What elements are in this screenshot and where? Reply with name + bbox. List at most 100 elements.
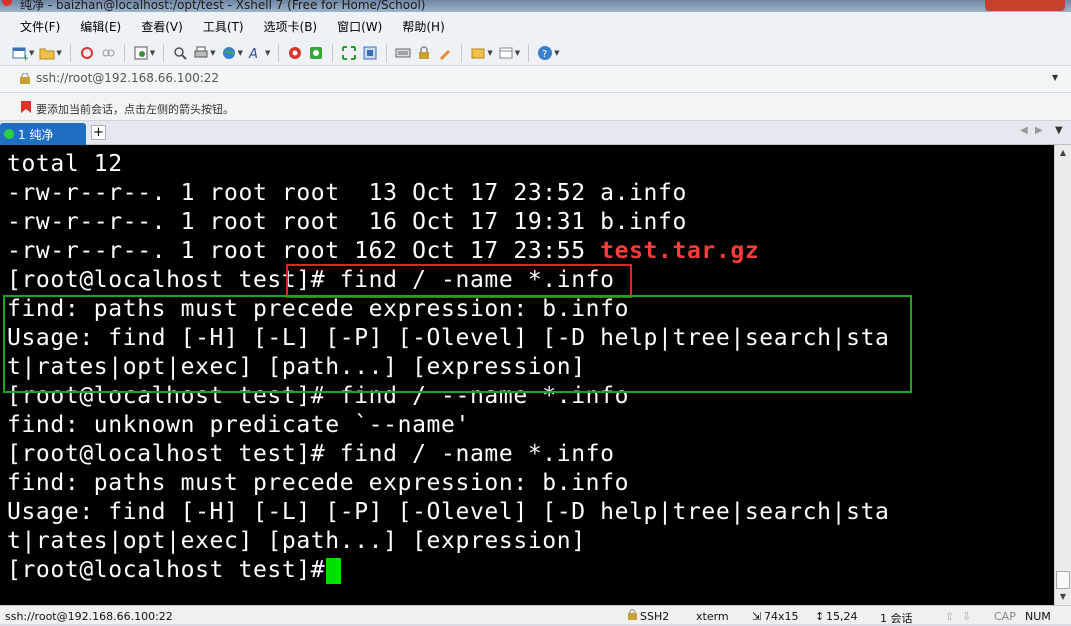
menu-tools[interactable]: 工具(T) bbox=[193, 18, 254, 35]
toolbar-divider bbox=[123, 43, 125, 62]
window-close-button[interactable] bbox=[985, 0, 1065, 11]
open-folder-icon[interactable] bbox=[39, 45, 55, 61]
status-connection: ssh://root@192.168.66.100:22 bbox=[5, 610, 173, 623]
toolbar-divider bbox=[461, 43, 463, 62]
menu-file[interactable]: 文件(F) bbox=[10, 18, 70, 35]
status-caps: CAP bbox=[994, 610, 1016, 623]
svg-text:+: + bbox=[22, 54, 28, 61]
highlight-box-command bbox=[286, 264, 632, 298]
connected-status-icon bbox=[4, 129, 14, 139]
keyboard-icon[interactable] bbox=[395, 45, 411, 61]
toolbar-divider bbox=[386, 43, 388, 62]
tab-list-icon[interactable]: ▼ bbox=[1055, 125, 1063, 136]
toolbar: + ▼ ▼ ▼ ▼ ▼ A ▼ ▼ ▼ ? ▼ bbox=[0, 40, 1071, 66]
terminal-scrollbar[interactable]: ▲ ▼ bbox=[1054, 145, 1071, 605]
chevron-down-icon[interactable]: ▼ bbox=[487, 49, 492, 57]
address-bar: ssh://root@192.168.66.100:22 ▼ bbox=[0, 66, 1071, 93]
disconnect-icon[interactable] bbox=[100, 45, 116, 61]
terminal-line: Usage: find [-H] [-L] [-P] [-Olevel] [-D… bbox=[7, 499, 890, 525]
chevron-down-icon[interactable]: ▼ bbox=[554, 49, 559, 57]
tab-bar: 1 纯净 + ◀ ▶ ▼ bbox=[0, 121, 1071, 145]
print-icon[interactable] bbox=[193, 45, 209, 61]
lock-icon[interactable] bbox=[416, 45, 432, 61]
terminal-output[interactable]: total 12 -rw-r--r--. 1 root root 13 Oct … bbox=[0, 145, 1054, 605]
tab-scroll-right-icon[interactable]: ▶ bbox=[1035, 125, 1043, 136]
script-icon[interactable] bbox=[308, 45, 324, 61]
terminal-cursor bbox=[326, 558, 341, 584]
properties-icon[interactable] bbox=[133, 45, 149, 61]
status-protocol: SSH2 bbox=[640, 610, 670, 623]
chevron-down-icon[interactable]: ▼ bbox=[265, 49, 270, 57]
terminal-line: [root@localhost test]# find / -name *.in… bbox=[7, 441, 615, 467]
window-title: 纯净 - baizhan@localhost:/opt/test - Xshel… bbox=[20, 0, 426, 12]
cursor-pos-icon: ↕ bbox=[815, 610, 825, 623]
session-hint-bar: 要添加当前会话，点击左侧的箭头按钮。 bbox=[0, 93, 1071, 121]
chevron-down-icon[interactable]: ▼ bbox=[29, 49, 34, 57]
terminal-line: -rw-r--r--. 1 root root 162 Oct 17 23:55… bbox=[7, 237, 759, 266]
highlight-box-error bbox=[3, 295, 912, 393]
toolbar-divider bbox=[69, 43, 71, 62]
chevron-down-icon[interactable]: ▼ bbox=[515, 49, 520, 57]
terminal-text: -rw-r--r--. 1 root root 162 Oct 17 23:55 bbox=[7, 238, 601, 264]
arrow-down-icon[interactable]: ⇩ bbox=[962, 610, 971, 623]
help-icon[interactable]: ? bbox=[537, 45, 553, 61]
add-tab-button[interactable]: + bbox=[91, 125, 106, 140]
terminal-line: find: paths must precede expression: b.i… bbox=[7, 470, 630, 496]
status-cursor-pos: 15,24 bbox=[826, 610, 858, 623]
font-icon[interactable]: A bbox=[248, 45, 264, 61]
globe-icon[interactable] bbox=[221, 45, 237, 61]
address-input[interactable]: ssh://root@192.168.66.100:22 bbox=[36, 71, 219, 85]
chevron-down-icon[interactable]: ▼ bbox=[1052, 73, 1058, 82]
xshell-app-icon bbox=[2, 0, 12, 6]
lock-icon bbox=[20, 72, 30, 84]
svg-text:?: ? bbox=[542, 49, 547, 60]
terminal-line: -rw-r--r--. 1 root root 16 Oct 17 19:31 … bbox=[7, 209, 687, 235]
scroll-up-icon[interactable]: ▲ bbox=[1055, 145, 1071, 161]
archive-filename: test.tar.gz bbox=[600, 238, 760, 264]
tab-scroll-left-icon[interactable]: ◀ bbox=[1020, 125, 1028, 136]
terminal-line: -rw-r--r--. 1 root root 13 Oct 17 23:52 … bbox=[7, 180, 687, 206]
tab-label: 1 纯净 bbox=[18, 127, 54, 142]
find-icon[interactable] bbox=[172, 45, 188, 61]
menu-window[interactable]: 窗口(W) bbox=[327, 18, 392, 35]
chevron-down-icon[interactable]: ▼ bbox=[238, 49, 243, 57]
resize-icon: ⇲ bbox=[752, 610, 762, 623]
transparency-icon[interactable] bbox=[362, 45, 378, 61]
svg-text:A: A bbox=[248, 47, 258, 61]
status-num: NUM bbox=[1025, 610, 1051, 623]
status-term-size: 74x15 bbox=[764, 610, 799, 623]
toolbar-divider bbox=[528, 43, 530, 62]
new-session-icon[interactable]: + bbox=[12, 45, 28, 61]
terminal-line: find: unknown predicate `--name' bbox=[7, 412, 470, 438]
scrollbar-thumb[interactable] bbox=[1056, 571, 1070, 589]
highlight-icon[interactable] bbox=[437, 45, 453, 61]
menu-edit[interactable]: 编辑(E) bbox=[70, 18, 131, 35]
fullscreen-icon[interactable] bbox=[341, 45, 357, 61]
status-bar: ssh://root@192.168.66.100:22 SSH2 xterm … bbox=[0, 605, 1071, 625]
connect-icon[interactable] bbox=[79, 45, 95, 61]
scroll-down-icon[interactable]: ▼ bbox=[1055, 589, 1071, 605]
toolbar-divider bbox=[163, 43, 165, 62]
layout-icon[interactable] bbox=[498, 45, 514, 61]
chevron-down-icon[interactable]: ▼ bbox=[210, 49, 215, 57]
hint-text: 要添加当前会话，点击左侧的箭头按钮。 bbox=[36, 103, 234, 116]
chevron-down-icon[interactable]: ▼ bbox=[150, 49, 155, 57]
xftp-icon[interactable] bbox=[287, 45, 303, 61]
terminal-line: [root@localhost test]# bbox=[7, 557, 340, 583]
terminal-line: t|rates|opt|exec] [path...] [expression] bbox=[7, 528, 586, 554]
bookmark-icon[interactable] bbox=[20, 101, 32, 113]
compose-icon[interactable] bbox=[470, 45, 486, 61]
title-bar: 纯净 - baizhan@localhost:/opt/test - Xshel… bbox=[0, 0, 1071, 12]
arrow-up-icon[interactable]: ⇧ bbox=[945, 610, 954, 623]
terminal-line: total 12 bbox=[7, 151, 123, 177]
status-term-type: xterm bbox=[696, 610, 729, 623]
menu-bar: 文件(F) 编辑(E) 查看(V) 工具(T) 选项卡(B) 窗口(W) 帮助(… bbox=[0, 12, 1071, 40]
toolbar-divider bbox=[278, 43, 280, 62]
menu-help[interactable]: 帮助(H) bbox=[392, 18, 454, 35]
menu-tabs[interactable]: 选项卡(B) bbox=[254, 18, 328, 35]
toolbar-divider bbox=[332, 43, 334, 62]
secure-lock-icon bbox=[628, 609, 637, 623]
chevron-down-icon[interactable]: ▼ bbox=[56, 49, 61, 57]
menu-view[interactable]: 查看(V) bbox=[131, 18, 193, 35]
tab-session[interactable]: 1 纯净 bbox=[0, 123, 86, 145]
